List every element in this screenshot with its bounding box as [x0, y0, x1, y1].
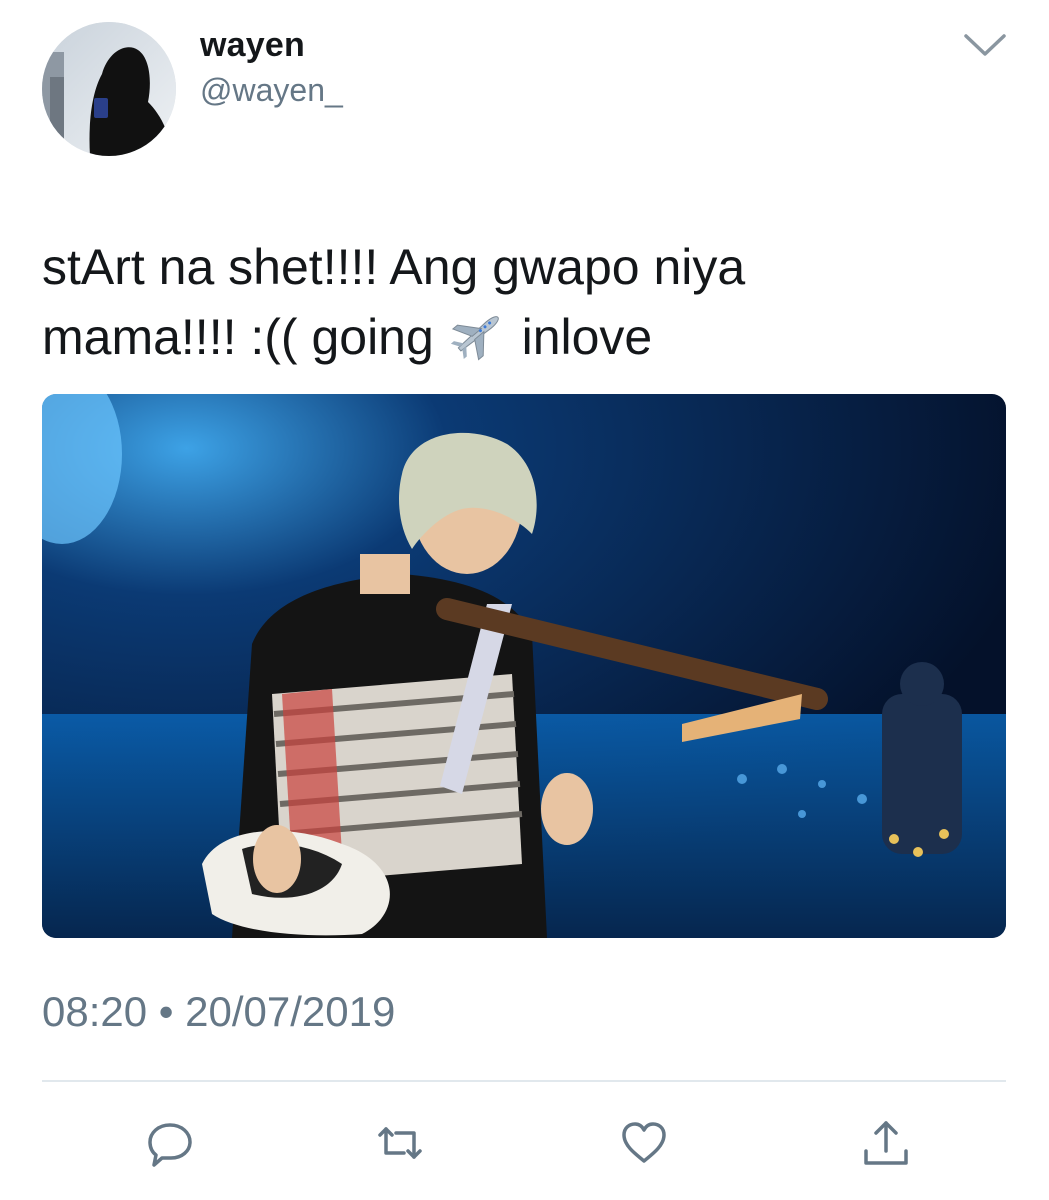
user-handle[interactable]: @wayen_: [200, 72, 343, 109]
tweet-text-line2-end: inlove: [507, 309, 653, 365]
tweet-text-line2-start: mama!!!! :(( going: [42, 309, 448, 365]
display-name[interactable]: wayen: [200, 26, 305, 65]
tweet-text-line1: stArt na shet!!!! Ang gwapo niya: [42, 239, 746, 295]
tweet-photo[interactable]: [42, 394, 1006, 938]
divider: [42, 1080, 1006, 1082]
tweet-text: stArt na shet!!!! Ang gwapo niya mama!!!…: [42, 232, 1002, 372]
tweet-timestamp[interactable]: 08:20 • 20/07/2019: [42, 988, 395, 1036]
heart-icon[interactable]: [616, 1115, 672, 1171]
share-icon[interactable]: [858, 1115, 914, 1171]
retweet-icon[interactable]: [372, 1115, 428, 1171]
reply-icon[interactable]: [142, 1115, 198, 1171]
avatar[interactable]: [42, 22, 176, 156]
tweet-card: wayen @wayen_ stArt na shet!!!! Ang gwap…: [0, 0, 1049, 1200]
chevron-down-icon[interactable]: [962, 30, 1008, 60]
airplane-emoji-icon: [448, 306, 508, 362]
